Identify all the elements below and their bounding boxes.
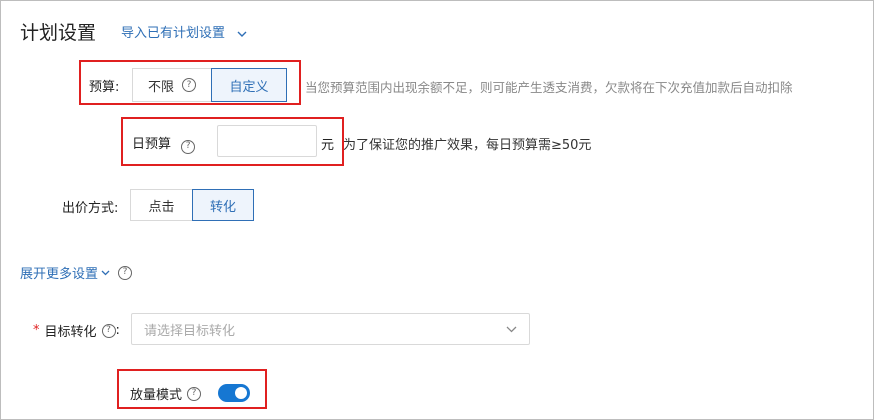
daily-budget-hint: 为了保证您的推广效果，每日预算需≥50元 bbox=[343, 138, 592, 153]
chevron-down-icon bbox=[237, 26, 247, 41]
budget-option-custom-label: 自定义 bbox=[229, 79, 269, 95]
target-conversion-label: * 目标转化 ? : bbox=[33, 321, 120, 340]
target-conversion-select[interactable]: 请选择目标转化 bbox=[131, 313, 530, 345]
help-icon[interactable]: ? bbox=[101, 323, 116, 338]
bid-method-label: 出价方式: bbox=[62, 201, 119, 216]
budget-option-unlimited[interactable]: 不限 ? bbox=[132, 68, 212, 102]
daily-budget-input[interactable] bbox=[217, 125, 317, 157]
bid-option-click-label: 点击 bbox=[148, 199, 175, 215]
target-conversion-label-text: 目标转化 bbox=[44, 325, 97, 340]
budget-option-custom[interactable]: 自定义 bbox=[211, 68, 287, 102]
help-icon[interactable]: ? bbox=[118, 265, 133, 280]
chevron-down-icon bbox=[506, 322, 517, 337]
page-title: 计划设置 bbox=[20, 22, 97, 44]
daily-budget-label: 日预算 ? bbox=[132, 133, 196, 154]
budget-option-unlimited-label: 不限 bbox=[147, 79, 174, 95]
import-settings-label: 导入已有计划设置 bbox=[121, 26, 226, 41]
volume-mode-label: 放量模式 ? bbox=[130, 384, 202, 403]
volume-mode-label-text: 放量模式 bbox=[130, 388, 183, 403]
required-mark: * bbox=[33, 323, 40, 338]
volume-mode-toggle[interactable] bbox=[218, 384, 250, 402]
daily-budget-label-text: 日预算 bbox=[132, 137, 172, 152]
target-conversion-colon: : bbox=[115, 323, 120, 338]
chevron-down-icon bbox=[101, 265, 110, 280]
more-settings-label: 展开更多设置 bbox=[20, 267, 99, 282]
bid-option-conversion-label: 转化 bbox=[209, 199, 236, 215]
expand-more-settings[interactable]: 展开更多设置 ? bbox=[20, 263, 133, 282]
budget-label: 预算: bbox=[89, 80, 120, 95]
help-icon[interactable]: ? bbox=[182, 78, 196, 92]
toggle-knob bbox=[235, 387, 247, 399]
budget-segmented-control: 不限 ? 自定义 bbox=[132, 68, 287, 102]
bid-method-segmented-control: 点击 转化 bbox=[130, 189, 254, 221]
target-conversion-placeholder: 请选择目标转化 bbox=[144, 323, 236, 339]
budget-hint: 当您预算范围内出现余额不足，则可能产生透支消费，欠款将在下次充值加款后自动扣除 bbox=[305, 80, 793, 95]
plan-settings-panel: 计划设置 导入已有计划设置 预算: 不限 ? 自定义 当您预算范围内出现余额不足… bbox=[0, 0, 874, 420]
import-settings-link[interactable]: 导入已有计划设置 bbox=[121, 22, 247, 41]
help-icon[interactable]: ? bbox=[187, 386, 202, 401]
help-icon[interactable]: ? bbox=[181, 139, 196, 154]
bid-option-conversion[interactable]: 转化 bbox=[192, 189, 254, 221]
bid-option-click[interactable]: 点击 bbox=[130, 189, 193, 221]
daily-budget-unit: 元 bbox=[321, 138, 335, 153]
